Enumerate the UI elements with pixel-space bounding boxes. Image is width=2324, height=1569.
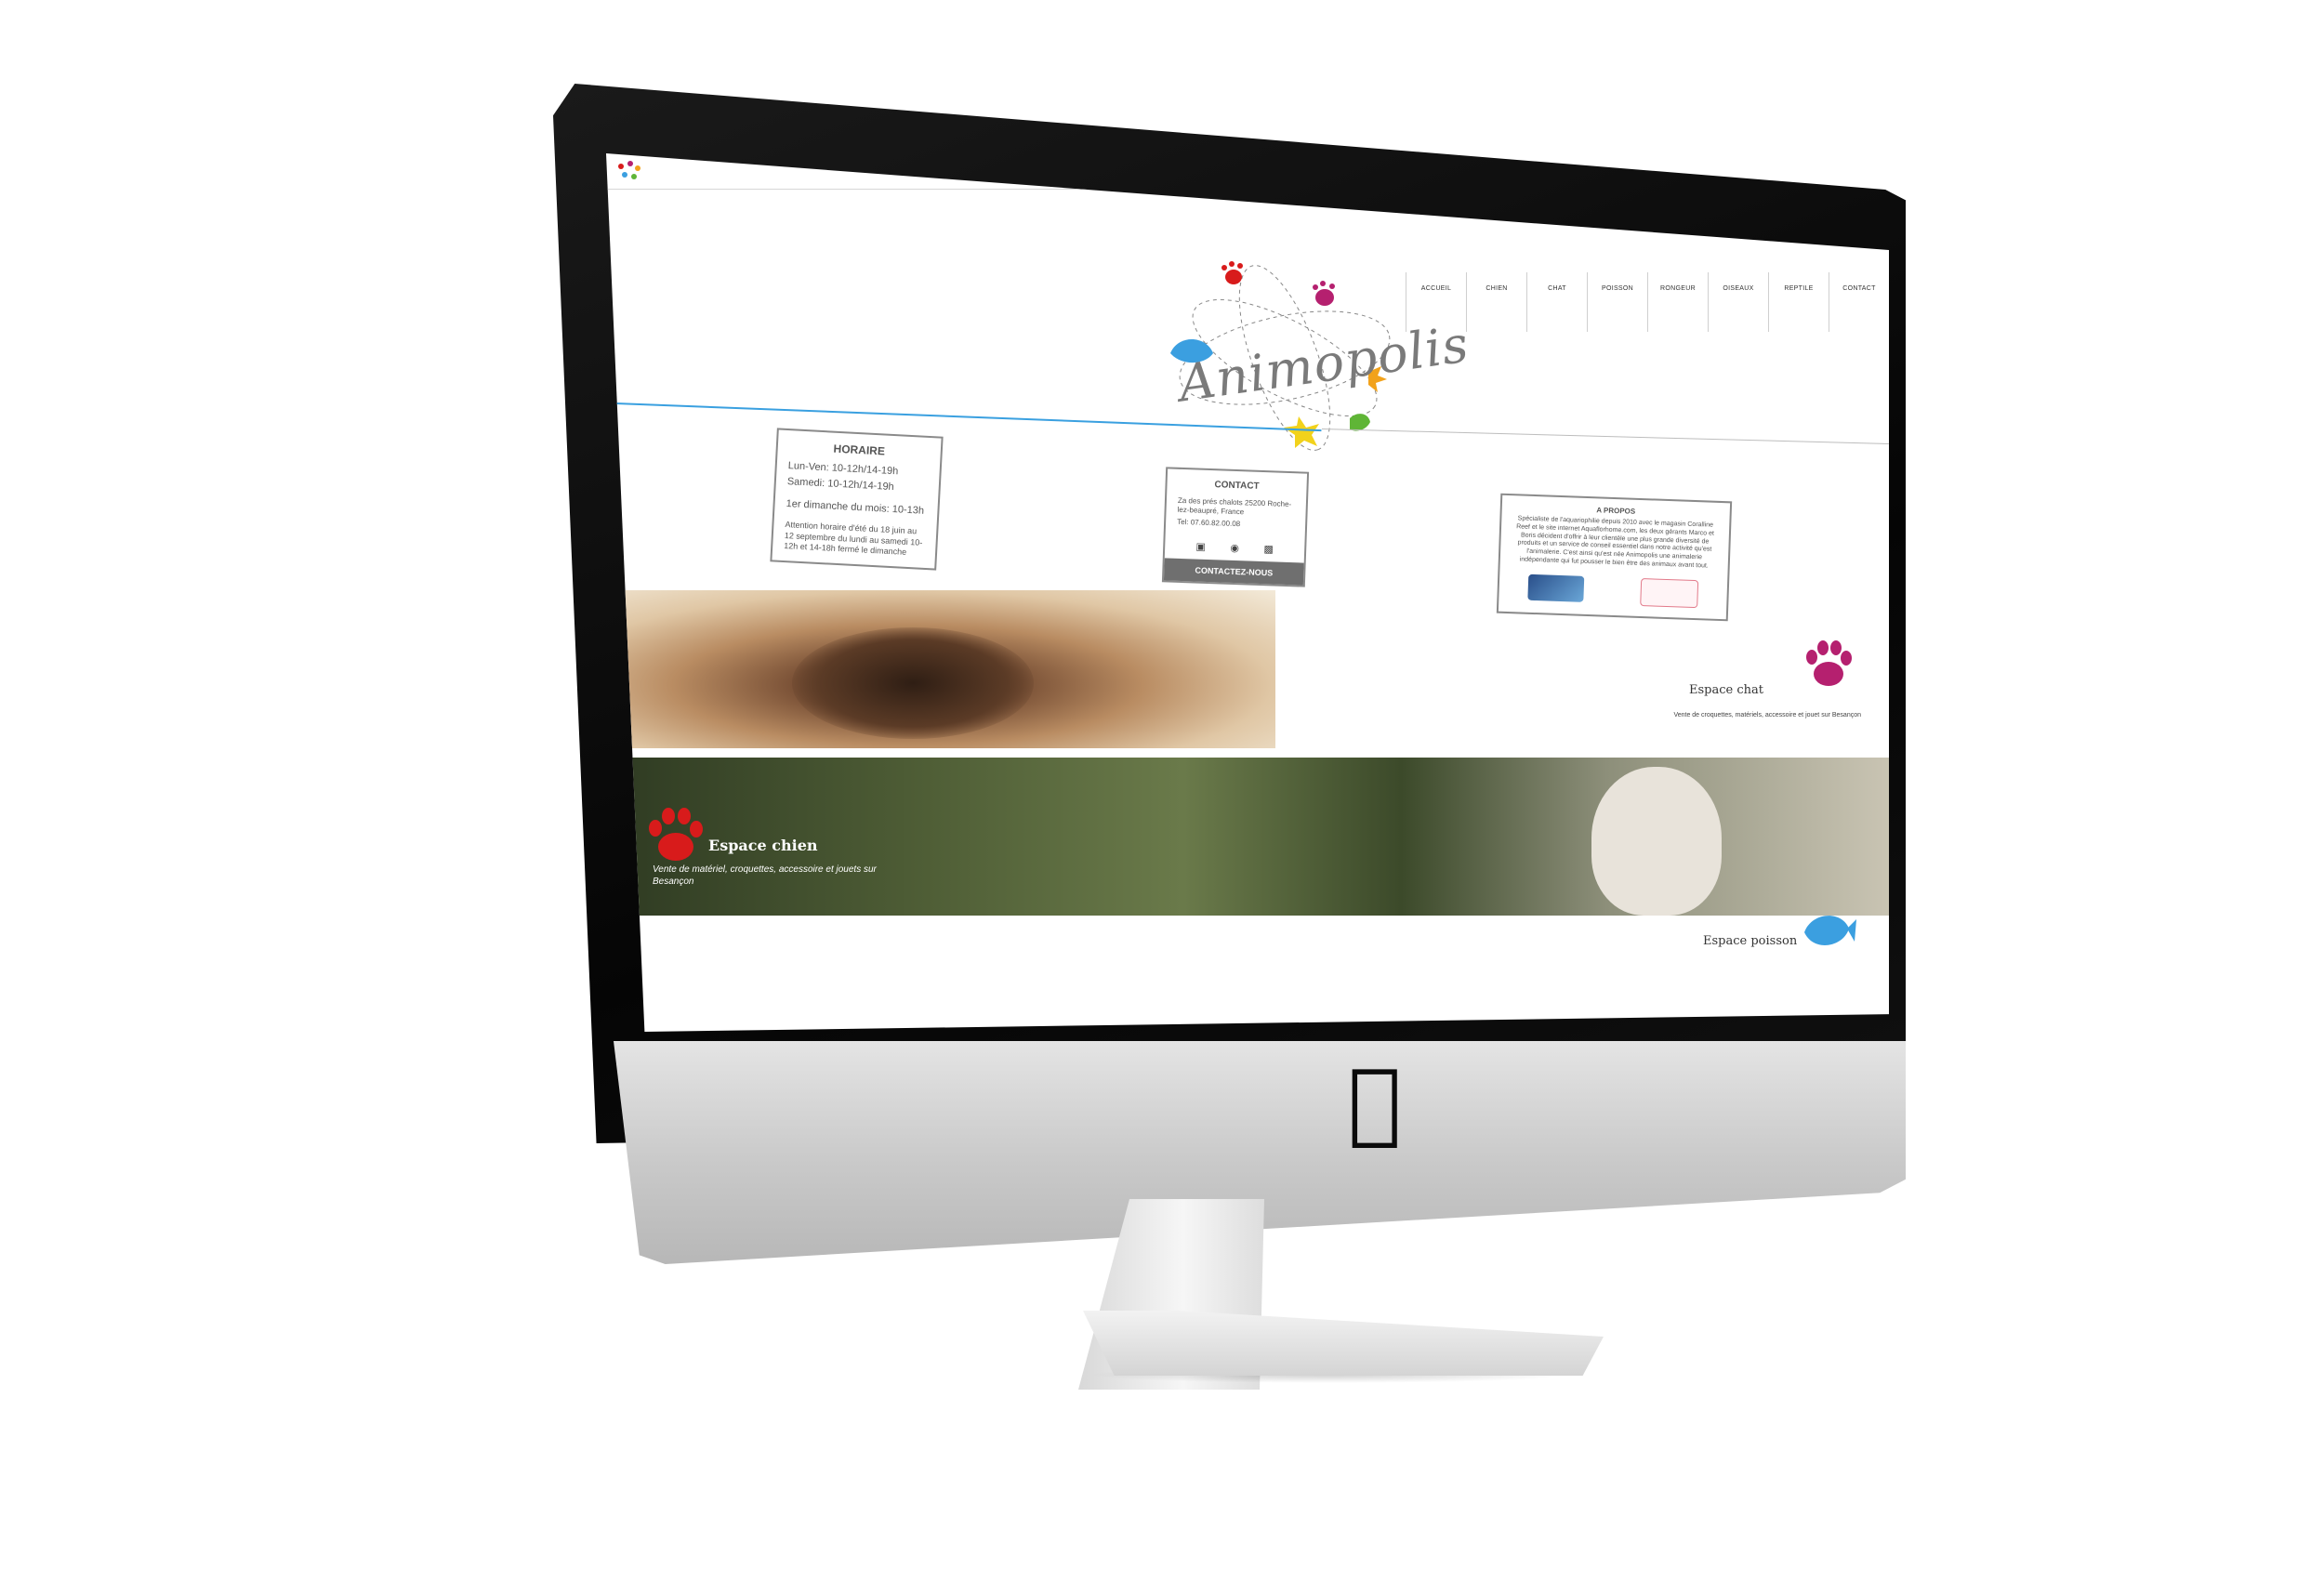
nav-chien[interactable]: CHIEN bbox=[1466, 272, 1526, 332]
screen: ACCUEIL CHIEN CHAT POISSON RONGEUR OISEA… bbox=[606, 153, 1889, 1032]
partner-logos bbox=[1499, 573, 1727, 609]
contact-card: CONTACT Za des prés chalots 25200 Roche-… bbox=[1161, 467, 1310, 587]
horaire-title: HORAIRE bbox=[833, 442, 886, 458]
imac-mockup:  ACCUEIL CHIEN CHAT POISSON RONGEUR OIS… bbox=[0, 0, 2324, 1569]
partner-logo-coralline-reef[interactable] bbox=[1640, 577, 1699, 608]
cat-banner-image[interactable] bbox=[606, 590, 1275, 748]
social-icons: ▣ ◉ ▩ bbox=[1183, 540, 1286, 556]
contact-address: Za des prés chalots 25200 Roche-lez-beau… bbox=[1177, 495, 1292, 517]
main-nav: ACCUEIL CHIEN CHAT POISSON RONGEUR OISEA… bbox=[1406, 272, 1889, 332]
apple-logo-icon:  bbox=[1348, 1057, 1404, 1146]
espace-chien-title[interactable]: Espace chien bbox=[708, 837, 818, 854]
nav-oiseaux[interactable]: OISEAUX bbox=[1708, 272, 1768, 332]
espace-poisson-title[interactable]: Espace poisson bbox=[1703, 934, 1797, 948]
horaire-card: HORAIRE Lun-Ven: 10-12h/14-19h Samedi: 1… bbox=[770, 428, 944, 571]
mini-logo-icon[interactable] bbox=[614, 159, 645, 181]
apropos-card: A PROPOS Spécialiste de l'aquariophilie … bbox=[1496, 493, 1733, 622]
espace-chat-subtitle: Vente de croquettes, matériels, accessoi… bbox=[1673, 712, 1861, 719]
monitor-stand-base bbox=[1083, 1311, 1604, 1376]
horaire-line: Attention horaire d'été du 18 juin au 12… bbox=[784, 520, 923, 557]
site-logo[interactable]: Animopolis bbox=[1159, 260, 1472, 451]
twitter-icon[interactable]: ▩ bbox=[1263, 543, 1274, 555]
facebook-icon[interactable]: ▣ bbox=[1195, 541, 1206, 553]
horaire-line: 1er dimanche du mois: 10-13h bbox=[786, 497, 925, 517]
nav-chat[interactable]: CHAT bbox=[1526, 272, 1587, 332]
nav-poisson[interactable]: POISSON bbox=[1587, 272, 1647, 332]
nav-contact[interactable]: CONTACT bbox=[1829, 272, 1889, 332]
contact-us-button[interactable]: CONTACTEZ-NOUS bbox=[1163, 558, 1304, 586]
nav-reptile[interactable]: REPTILE bbox=[1768, 272, 1829, 332]
instagram-icon[interactable]: ◉ bbox=[1230, 542, 1239, 554]
partner-logo-aquaflorhome[interactable] bbox=[1527, 574, 1585, 602]
dog-paw-icon[interactable] bbox=[643, 804, 708, 869]
nav-rongeur[interactable]: RONGEUR bbox=[1647, 272, 1708, 332]
espace-chien-subtitle: Vente de matériel, croquettes, accessoir… bbox=[653, 864, 877, 887]
contact-phone: Tel: 07.60.82.00.08 bbox=[1177, 517, 1241, 529]
fish-icon[interactable] bbox=[1801, 906, 1856, 957]
contact-title: CONTACT bbox=[1214, 480, 1260, 492]
dog-photo bbox=[1591, 767, 1722, 916]
cat-paw-icon[interactable] bbox=[1801, 637, 1856, 692]
apropos-text: Spécialiste de l'aquariophilie depuis 20… bbox=[1516, 515, 1714, 570]
espace-chat-title[interactable]: Espace chat bbox=[1689, 683, 1763, 697]
